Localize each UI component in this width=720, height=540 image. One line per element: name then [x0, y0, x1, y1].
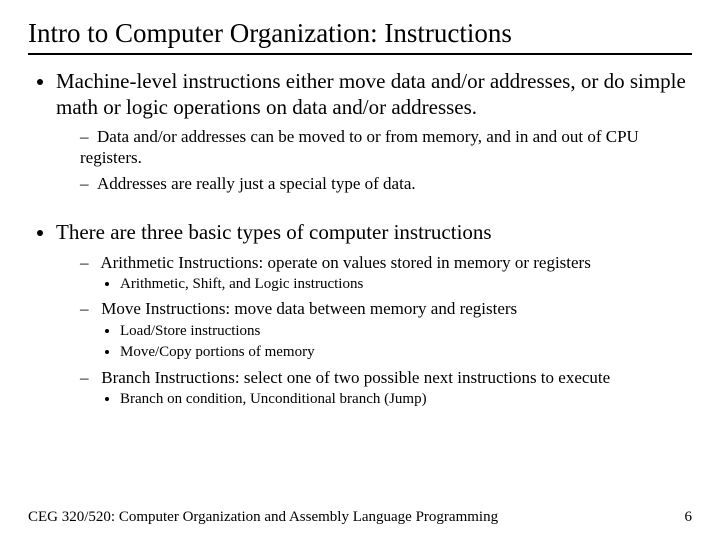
dash-item: Addresses are really just a special type…: [80, 173, 692, 194]
dash-text: Move Instructions: move data between mem…: [101, 299, 517, 318]
dash-item: Branch Instructions: select one of two p…: [80, 367, 692, 410]
page-number: 6: [685, 509, 693, 526]
dash-text: Branch Instructions: select one of two p…: [101, 368, 610, 387]
slide-body: Intro to Computer Organization: Instruct…: [0, 0, 720, 409]
slide-title: Intro to Computer Organization: Instruct…: [28, 18, 692, 49]
bullet-text: There are three basic types of computer …: [56, 220, 492, 244]
sub-bullet-item: Branch on condition, Unconditional branc…: [120, 390, 692, 410]
dash-item: Arithmetic Instructions: operate on valu…: [80, 252, 692, 295]
bullet-text: Machine-level instructions either move d…: [56, 69, 686, 119]
sub-bullet-list: Branch on condition, Unconditional branc…: [80, 390, 692, 410]
bullet-list: There are three basic types of computer …: [28, 220, 692, 409]
dash-item: Data and/or addresses can be moved to or…: [80, 126, 692, 169]
dash-text: Arithmetic Instructions: operate on valu…: [100, 253, 591, 272]
dash-item: Move Instructions: move data between mem…: [80, 298, 692, 362]
bullet-item: Machine-level instructions either move d…: [56, 69, 692, 194]
sub-bullet-list: Arithmetic, Shift, and Logic instruction…: [80, 275, 692, 295]
spacer: [28, 200, 692, 220]
dash-list: Arithmetic Instructions: operate on valu…: [56, 252, 692, 410]
dash-list: Data and/or addresses can be moved to or…: [56, 126, 692, 194]
sub-bullet-list: Load/Store instructions Move/Copy portio…: [80, 322, 692, 363]
footer-course: CEG 320/520: Computer Organization and A…: [28, 509, 498, 526]
sub-bullet-item: Load/Store instructions: [120, 322, 692, 342]
bullet-item: There are three basic types of computer …: [56, 220, 692, 409]
footer: CEG 320/520: Computer Organization and A…: [28, 509, 692, 526]
bullet-list: Machine-level instructions either move d…: [28, 69, 692, 194]
sub-bullet-item: Arithmetic, Shift, and Logic instruction…: [120, 275, 692, 295]
sub-bullet-item: Move/Copy portions of memory: [120, 343, 692, 363]
title-rule: [28, 53, 692, 55]
